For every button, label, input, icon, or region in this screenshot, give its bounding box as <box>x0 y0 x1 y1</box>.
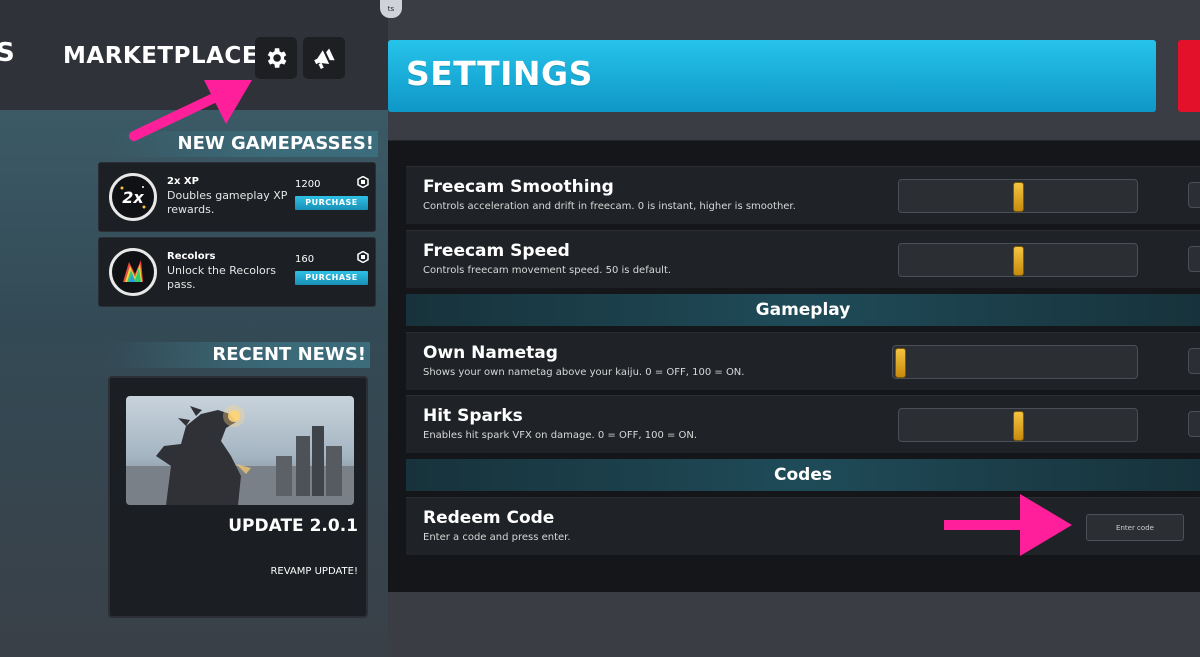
gamepass-card: 2x 2x XP Doubles gameplay XP rewards. 12… <box>98 162 376 232</box>
settings-title: SETTINGS <box>406 54 593 93</box>
news-card[interactable]: UPDATE 2.0.1 REVAMP UPDATE! <box>108 376 368 618</box>
own-nametag-slider[interactable] <box>892 345 1138 379</box>
gear-icon <box>267 48 287 68</box>
value-box[interactable] <box>1188 348 1200 374</box>
slider-thumb[interactable] <box>895 348 906 378</box>
setting-row-freecam-speed: Freecam Speed Controls freecam movement … <box>406 230 1200 288</box>
setting-row-freecam-smoothing: Freecam Smoothing Controls acceleration … <box>406 166 1200 224</box>
setting-description: Controls acceleration and drift in freec… <box>423 201 796 212</box>
annotation-arrow-to-code-input <box>944 494 1072 556</box>
announcements-button[interactable] <box>303 37 345 79</box>
megaphone-icon <box>314 48 335 70</box>
setting-title: Own Nametag <box>423 343 558 363</box>
purchase-button[interactable]: PURCHASE <box>295 196 368 210</box>
setting-description: Enter a code and press enter. <box>423 532 571 543</box>
news-title: UPDATE 2.0.1 <box>228 516 358 536</box>
svg-text:2x: 2x <box>122 188 144 207</box>
value-box[interactable] <box>1188 182 1200 208</box>
news-image <box>126 396 354 505</box>
annotation-arrow-to-settings-icon <box>129 80 252 141</box>
setting-row-hit-sparks: Hit Sparks Enables hit spark VFX on dama… <box>406 395 1200 453</box>
slider-thumb[interactable] <box>1012 411 1024 441</box>
setting-title: Freecam Speed <box>423 241 570 261</box>
gamepass-description: Doubles gameplay XP rewards. <box>167 189 288 216</box>
top-chip: ts <box>380 0 402 18</box>
gamepass-title: Recolors <box>167 251 216 262</box>
close-button[interactable] <box>1178 40 1200 112</box>
freecam-smoothing-slider[interactable] <box>898 179 1138 213</box>
2x-xp-badge-icon: 2x <box>109 173 157 221</box>
setting-title: Hit Sparks <box>423 406 523 426</box>
hit-sparks-slider[interactable] <box>898 408 1138 442</box>
recolors-badge-icon <box>109 248 157 296</box>
settings-header: SETTINGS <box>388 40 1156 112</box>
code-input[interactable] <box>1086 514 1184 541</box>
nav-tab-marketplace[interactable]: MARKETPLACE <box>63 43 258 69</box>
gamepass-card: Recolors Unlock the Recolors pass. 160 P… <box>98 237 376 307</box>
setting-row-own-nametag: Own Nametag Shows your own nametag above… <box>406 332 1200 390</box>
gamepass-price: 160 <box>295 254 315 265</box>
nav-tab-partial[interactable]: S <box>0 38 16 68</box>
slider-thumb[interactable] <box>1012 246 1024 276</box>
robux-icon <box>357 176 369 188</box>
slider-thumb[interactable] <box>1012 182 1024 212</box>
gamepass-price: 1200 <box>295 179 321 190</box>
gamepass-title: 2x XP <box>167 176 199 187</box>
robux-icon <box>357 251 369 263</box>
setting-description: Enables hit spark VFX on damage. 0 = OFF… <box>423 430 698 441</box>
category-header-gameplay: Gameplay <box>406 294 1200 326</box>
value-box[interactable] <box>1188 411 1200 437</box>
category-header-codes: Codes <box>406 459 1200 491</box>
freecam-speed-slider[interactable] <box>898 243 1138 277</box>
value-box[interactable] <box>1188 246 1200 272</box>
purchase-button[interactable]: PURCHASE <box>295 271 368 285</box>
settings-button[interactable] <box>255 37 297 79</box>
setting-title: Freecam Smoothing <box>423 177 614 197</box>
setting-description: Controls freecam movement speed. 50 is d… <box>423 265 672 276</box>
setting-row-redeem-code: Redeem Code Enter a code and press enter… <box>406 497 1200 555</box>
setting-description: Shows your own nametag above your kaiju.… <box>423 367 745 378</box>
setting-title: Redeem Code <box>423 508 555 528</box>
gamepass-description: Unlock the Recolors pass. <box>167 264 277 291</box>
news-subtitle: REVAMP UPDATE! <box>270 566 358 577</box>
news-heading: RECENT NEWS! <box>108 342 370 368</box>
